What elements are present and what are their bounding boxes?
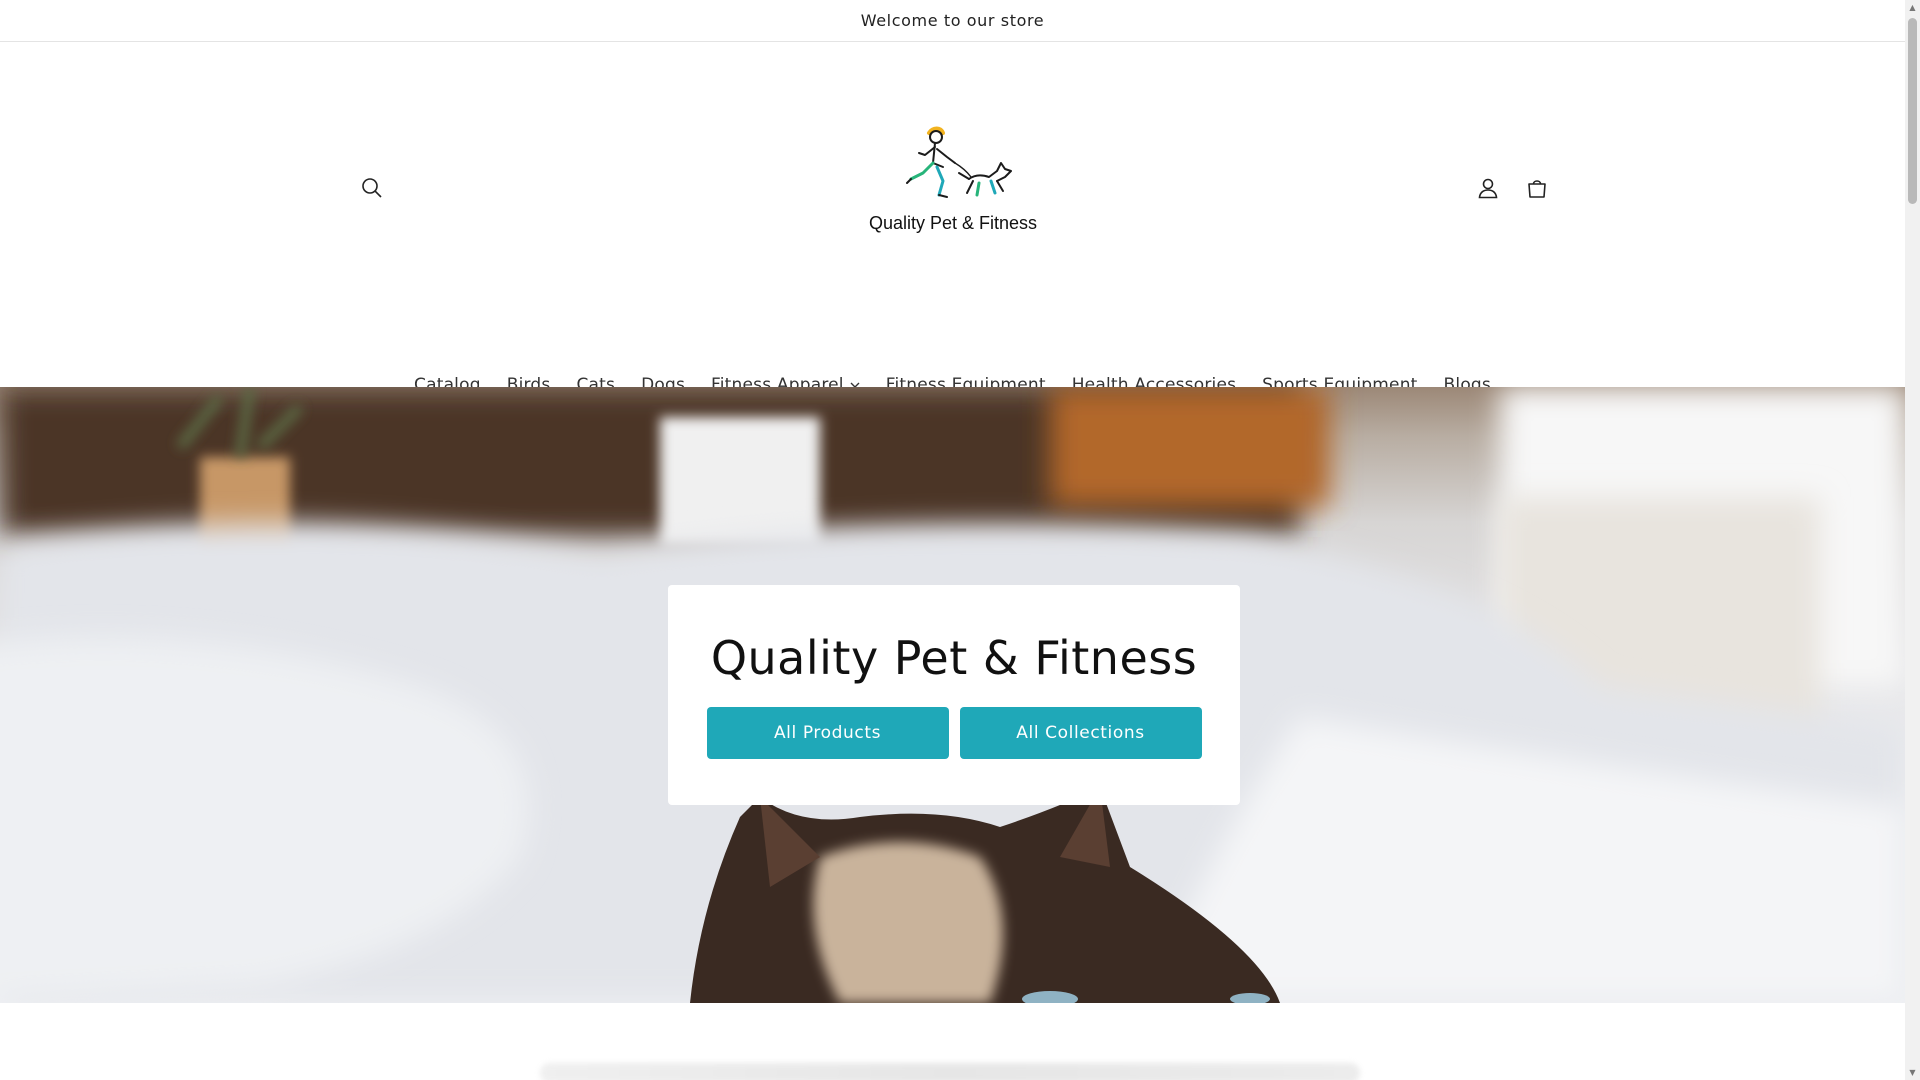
page-scrollbar[interactable]: ▲ ▼ — [1905, 0, 1920, 1080]
all-products-button[interactable]: All Products — [706, 707, 949, 759]
all-collections-button[interactable]: All Collections — [959, 707, 1202, 759]
logo-runner-dog-icon — [906, 126, 1012, 198]
store-logo[interactable]: Quality Pet & Fitness — [860, 123, 1046, 293]
site-header: Quality Pet & Fitness Catalog Birds Cats… — [0, 43, 1905, 395]
scroll-up-arrow-icon[interactable]: ▲ — [1905, 0, 1920, 15]
cart-button[interactable] — [1519, 170, 1555, 206]
account-button[interactable] — [1470, 170, 1506, 206]
hero-title: Quality Pet & Fitness — [710, 631, 1198, 685]
next-section — [0, 1003, 1905, 1080]
hero-button-group: All Products All Collections — [706, 707, 1202, 759]
logo-text: Quality Pet & Fitness — [868, 213, 1038, 233]
announcement-bar: Welcome to our store — [0, 0, 1905, 42]
search-button[interactable] — [354, 170, 390, 206]
next-section-heading-partial — [540, 1063, 1360, 1080]
search-icon — [362, 178, 382, 198]
scrollbar-thumb[interactable] — [1908, 18, 1917, 204]
announcement-text: Welcome to our store — [860, 11, 1045, 30]
hero-content-card: Quality Pet & Fitness All Products All C… — [668, 585, 1240, 805]
scroll-down-arrow-icon[interactable]: ▼ — [1905, 1065, 1920, 1080]
cart-icon — [1528, 180, 1546, 198]
account-icon — [1478, 178, 1498, 199]
